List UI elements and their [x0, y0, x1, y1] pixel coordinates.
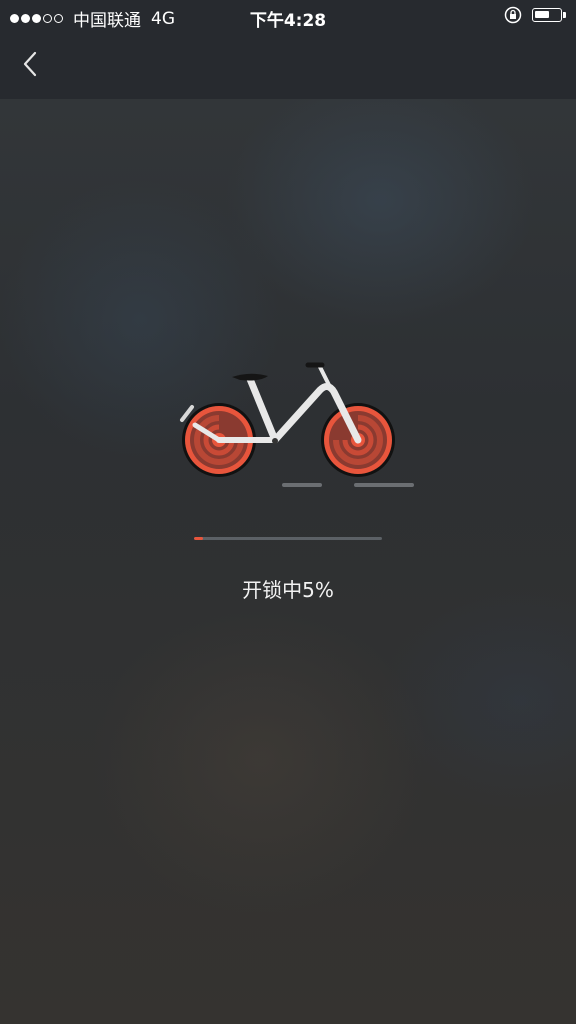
battery-tip [563, 12, 566, 18]
clock: 下午4:28 [249, 11, 327, 31]
unlock-status-text: 开锁中5% [242, 578, 334, 602]
status-right [504, 6, 566, 24]
unlock-progress-fill [194, 537, 204, 540]
battery-level [535, 11, 549, 18]
navigation-bar [0, 32, 576, 99]
pedal-crank [272, 438, 278, 444]
rotation-lock-icon [504, 6, 522, 24]
bike-illustration [180, 362, 414, 487]
battery-icon [532, 8, 566, 22]
chevron-left-icon [23, 51, 37, 77]
status-bar: 中国联通 4G 下午4:28 [0, 0, 576, 32]
bike-seat [232, 373, 268, 381]
unlock-progress-bar [194, 537, 382, 540]
blurred-background [0, 0, 576, 1024]
back-button[interactable] [10, 44, 50, 84]
